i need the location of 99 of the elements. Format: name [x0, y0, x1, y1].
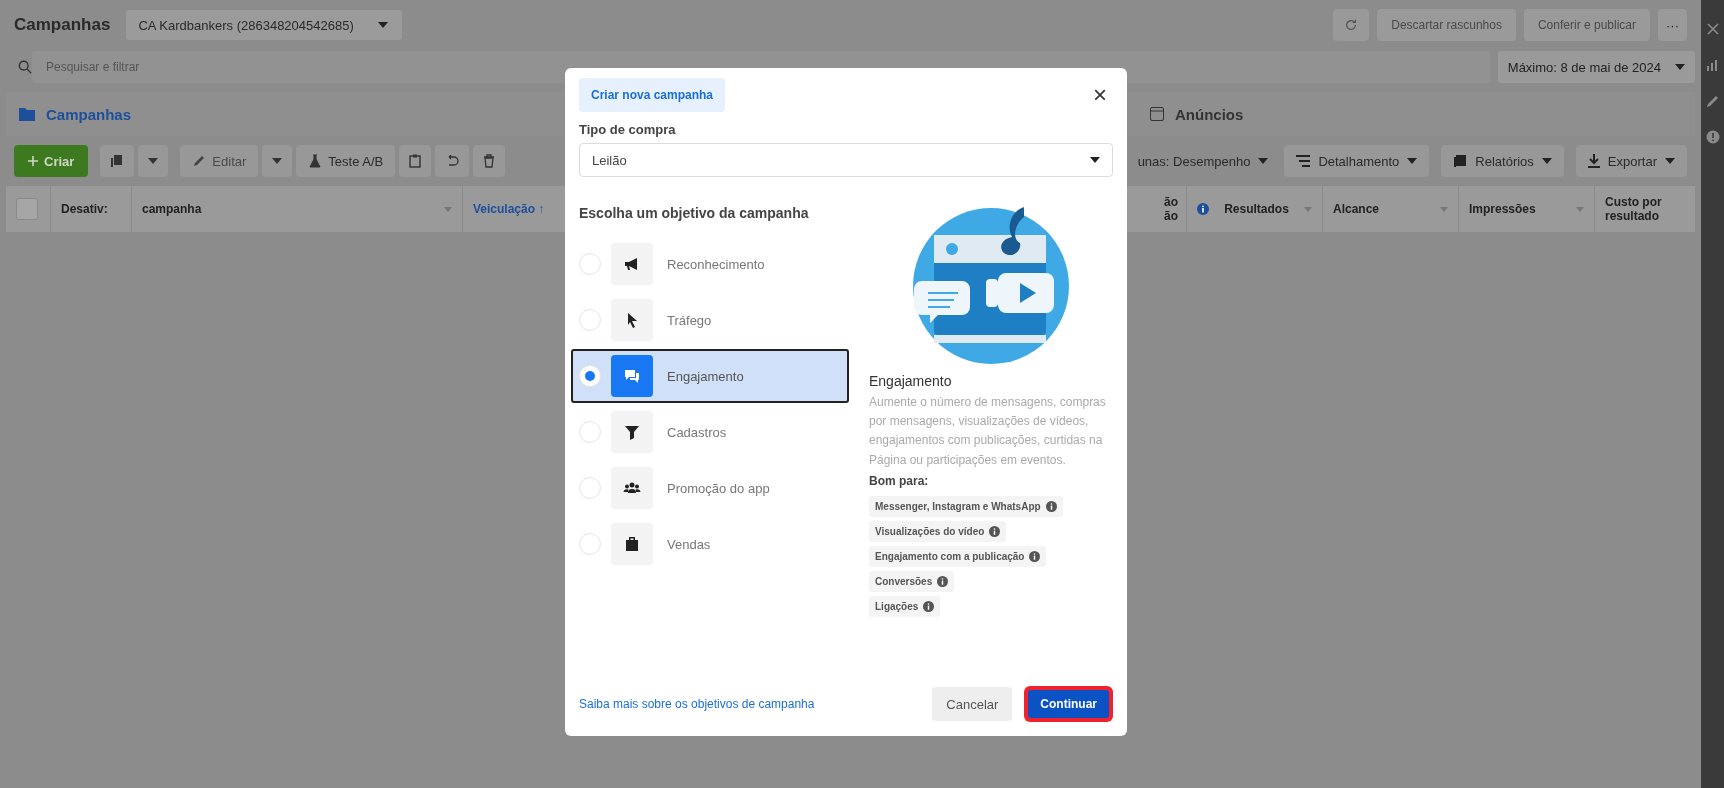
caret-icon [1541, 158, 1552, 164]
dropdown-button[interactable] [262, 145, 293, 177]
radio-button[interactable] [579, 421, 601, 443]
column-header[interactable]: Impressões [1469, 201, 1536, 217]
refresh-button[interactable] [1333, 9, 1370, 41]
caret-icon [148, 158, 159, 164]
info-icon[interactable] [1045, 500, 1057, 512]
column-header[interactable]: Desativ: [61, 201, 108, 217]
caret-icon [1675, 64, 1685, 70]
info-icon[interactable] [1705, 130, 1720, 144]
ad-icon [1149, 106, 1165, 122]
good-for-chip: Engajamento com a publicação [869, 545, 1047, 567]
funnel-icon [611, 411, 653, 453]
reports-icon [1453, 154, 1468, 168]
duplicate-button[interactable] [100, 145, 135, 177]
objective-label: Cadastros [667, 424, 727, 440]
columns-dropdown[interactable]: unas: Desempenho [1133, 145, 1273, 177]
breakdown-icon [1296, 155, 1311, 167]
plus-icon [28, 156, 38, 166]
purchase-type-dropdown[interactable]: Leilão [579, 143, 1113, 177]
select-all-checkbox[interactable] [16, 198, 38, 220]
caret-icon [377, 22, 388, 28]
column-header[interactable]: ão ão [1164, 194, 1178, 224]
radio-button[interactable] [579, 309, 601, 331]
radio-button[interactable] [579, 477, 601, 499]
date-range-dropdown[interactable]: Máximo: 8 de mai de 2024 [1497, 51, 1695, 83]
objective-label: Vendas [667, 536, 711, 552]
caret-icon [1258, 158, 1269, 164]
bag-icon [611, 523, 653, 565]
clipboard-button[interactable] [399, 145, 432, 177]
column-header[interactable]: Custo por resultado [1605, 194, 1662, 224]
dialog-tag: Criar nova campanha [579, 78, 726, 112]
radio-button[interactable] [579, 533, 601, 555]
objective-option[interactable]: Reconhecimento [571, 237, 849, 291]
column-header[interactable]: Alcance [1333, 201, 1380, 217]
caret-icon [1090, 157, 1100, 163]
good-for-label: Bom para: [869, 473, 929, 488]
more-button[interactable]: ··· [1658, 9, 1687, 41]
caret-icon [1665, 158, 1675, 164]
objective-label: Engajamento [667, 368, 744, 384]
radio-button[interactable] [579, 253, 601, 275]
caret-icon [272, 158, 283, 164]
delete-button[interactable] [473, 145, 506, 177]
objective-option[interactable]: Vendas [571, 517, 849, 571]
download-icon [1587, 154, 1600, 168]
export-dropdown[interactable]: Exportar [1575, 145, 1687, 177]
objective-label: Promoção do app [667, 480, 770, 496]
objective-option[interactable]: Promoção do app [571, 461, 849, 515]
folder-icon [18, 106, 36, 122]
objective-option[interactable]: Cadastros [571, 405, 849, 459]
pencil-icon[interactable] [1705, 94, 1720, 108]
good-for-chip: Conversões [869, 570, 955, 592]
caret-icon [1407, 158, 1418, 164]
ab-test-button[interactable]: Teste A/B [296, 145, 396, 177]
create-button[interactable]: Criar [14, 145, 89, 177]
people-icon [611, 467, 653, 509]
field-label: Tipo de compra [579, 122, 677, 137]
good-for-chip: Messenger, Instagram e WhatsApp [869, 495, 1063, 517]
cancel-button[interactable]: Cancelar [932, 687, 1013, 721]
radio-button[interactable] [579, 365, 601, 387]
objective-option[interactable]: Tráfego [571, 293, 849, 347]
pencil-icon [192, 154, 207, 168]
page-title: Campanhas [14, 15, 111, 35]
account-dropdown[interactable]: CA Kardbankers (286348204542685) [126, 10, 402, 40]
column-header[interactable]: Veiculação ↑ [473, 201, 545, 217]
reports-dropdown[interactable]: Relatórios [1441, 145, 1564, 177]
objective-label: Tráfego [667, 312, 712, 328]
info-icon[interactable] [923, 600, 935, 612]
refresh-icon [1344, 18, 1359, 32]
close-button[interactable]: × [1087, 81, 1113, 109]
clipboard-icon [409, 154, 422, 168]
trash-icon [483, 154, 496, 168]
breakdown-dropdown[interactable]: Detalhamento [1284, 145, 1430, 177]
megaphone-icon [611, 243, 653, 285]
info-icon[interactable] [1029, 550, 1041, 562]
continue-button[interactable]: Continuar [1028, 690, 1109, 718]
info-icon[interactable] [989, 525, 1001, 537]
objective-label: Reconhecimento [667, 256, 765, 272]
learn-more-link[interactable]: Saiba mais sobre os objetivos de campanha [579, 697, 815, 711]
search-icon [18, 60, 32, 74]
good-for-chip: Visualizações do vídeo [869, 520, 1007, 542]
good-for-chip: Ligações [869, 595, 941, 617]
close-icon[interactable] [1705, 22, 1720, 36]
section-heading: Escolha um objetivo da campanha [579, 205, 810, 221]
bar-chart-icon[interactable] [1705, 58, 1720, 72]
dropdown-button[interactable] [138, 145, 169, 177]
column-header[interactable]: campanha [142, 201, 202, 217]
duplicate-icon [110, 154, 125, 168]
objective-title: Engajamento [869, 373, 952, 389]
column-header[interactable]: Resultados [1224, 201, 1289, 217]
info-icon[interactable] [937, 575, 949, 587]
flask-icon [308, 154, 323, 168]
objective-description: Aumente o número de mensagens, compras por mensagens, visualizações de vídeos, engajamentos com publicações, curtidas na Página ou participações em eventos. [869, 394, 1107, 469]
undo-button[interactable] [435, 145, 470, 177]
pointer-icon [611, 299, 653, 341]
chat-icon [611, 355, 653, 397]
level-tab[interactable]: Anúncios [1135, 92, 1695, 136]
info-icon [1197, 203, 1209, 215]
objective-option[interactable]: Engajamento [571, 349, 849, 403]
